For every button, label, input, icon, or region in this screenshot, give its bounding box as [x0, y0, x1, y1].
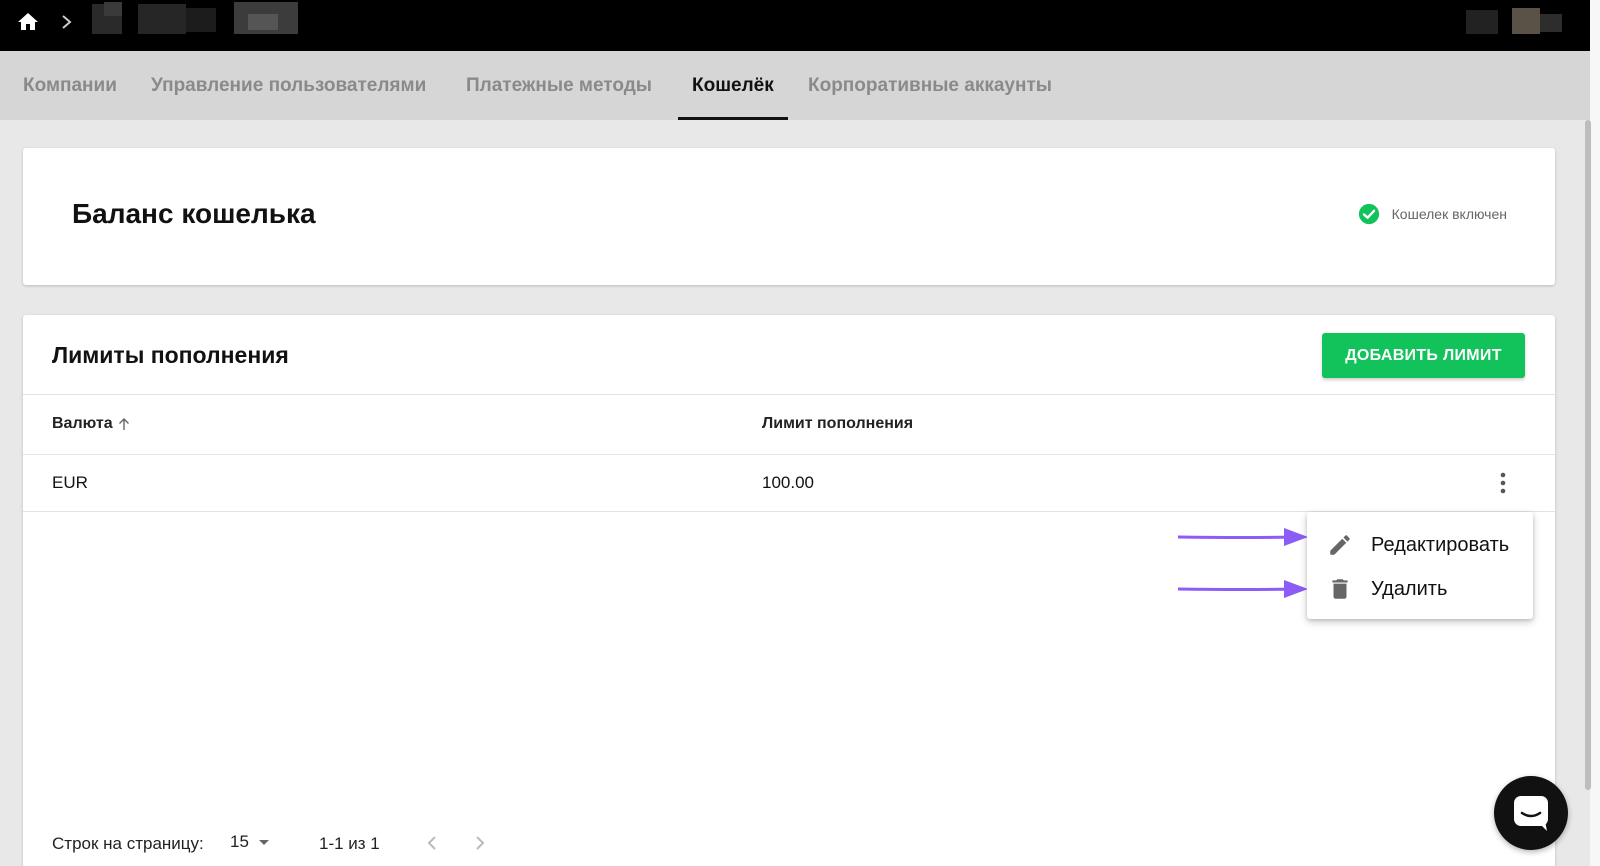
chat-support-button[interactable]	[1494, 776, 1568, 850]
tab-bar: Компании Управление пользователями Плате…	[0, 51, 1590, 120]
column-header-currency-label: Валюта	[52, 415, 113, 432]
wallet-status: Кошелек включен	[1358, 203, 1507, 225]
page-edge	[1590, 0, 1600, 866]
previous-page-icon[interactable]	[422, 833, 442, 853]
annotation-arrow-delete	[1177, 580, 1308, 598]
topup-limits-title: Лимиты пополнения	[52, 342, 289, 368]
pagination-range: 1-1 из 1	[319, 834, 380, 853]
wallet-status-label: Кошелек включен	[1391, 206, 1507, 222]
tab-corporate-accounts[interactable]: Корпоративные аккаунты	[808, 51, 1052, 120]
chat-icon	[1514, 796, 1548, 831]
home-icon[interactable]	[16, 10, 40, 34]
menu-item-edit[interactable]: Редактировать	[1307, 523, 1533, 567]
rows-per-page-label: Строк на страницу:	[52, 834, 204, 853]
menu-item-delete-label: Удалить	[1371, 577, 1448, 600]
next-page-icon[interactable]	[470, 833, 490, 853]
column-header-limit[interactable]: Лимит пополнения	[762, 415, 913, 433]
wallet-balance-title: Баланс кошелька	[72, 198, 316, 229]
rows-per-page-select[interactable]: 15	[230, 832, 271, 852]
cell-limit: 100.00	[762, 473, 814, 492]
dropdown-arrow-icon	[258, 840, 269, 845]
top-bar	[0, 0, 1590, 51]
tab-wallet[interactable]: Кошелёк	[678, 51, 788, 120]
add-limit-button[interactable]: ДОБАВИТЬ ЛИМИТ	[1322, 333, 1525, 378]
menu-item-delete[interactable]: Удалить	[1307, 567, 1533, 611]
pencil-icon	[1330, 535, 1350, 555]
row-actions-menu: Редактировать Удалить	[1307, 512, 1533, 619]
tab-companies[interactable]: Компании	[23, 51, 117, 120]
menu-item-edit-label: Редактировать	[1371, 533, 1510, 556]
rows-per-page-value: 15	[230, 832, 249, 851]
breadcrumb-chevron-icon	[62, 15, 72, 29]
column-header-limit-label: Лимит пополнения	[762, 415, 914, 432]
tab-payment-methods[interactable]: Платежные методы	[466, 51, 652, 120]
vertical-scrollbar[interactable]	[1585, 120, 1591, 790]
sort-arrow-up-icon[interactable]	[116, 416, 132, 432]
divider	[23, 454, 1555, 455]
divider	[23, 394, 1555, 395]
trash-icon	[1332, 579, 1348, 599]
more-vert-icon[interactable]	[1491, 470, 1515, 496]
wallet-balance-card: Баланс кошелька Кошелек включен	[23, 148, 1555, 285]
annotation-arrow-edit	[1177, 528, 1308, 546]
column-header-currency[interactable]: Валюта	[52, 415, 132, 433]
cell-currency: EUR	[52, 473, 88, 492]
tab-user-management[interactable]: Управление пользователями	[151, 51, 426, 120]
check-circle-icon	[1358, 203, 1379, 225]
